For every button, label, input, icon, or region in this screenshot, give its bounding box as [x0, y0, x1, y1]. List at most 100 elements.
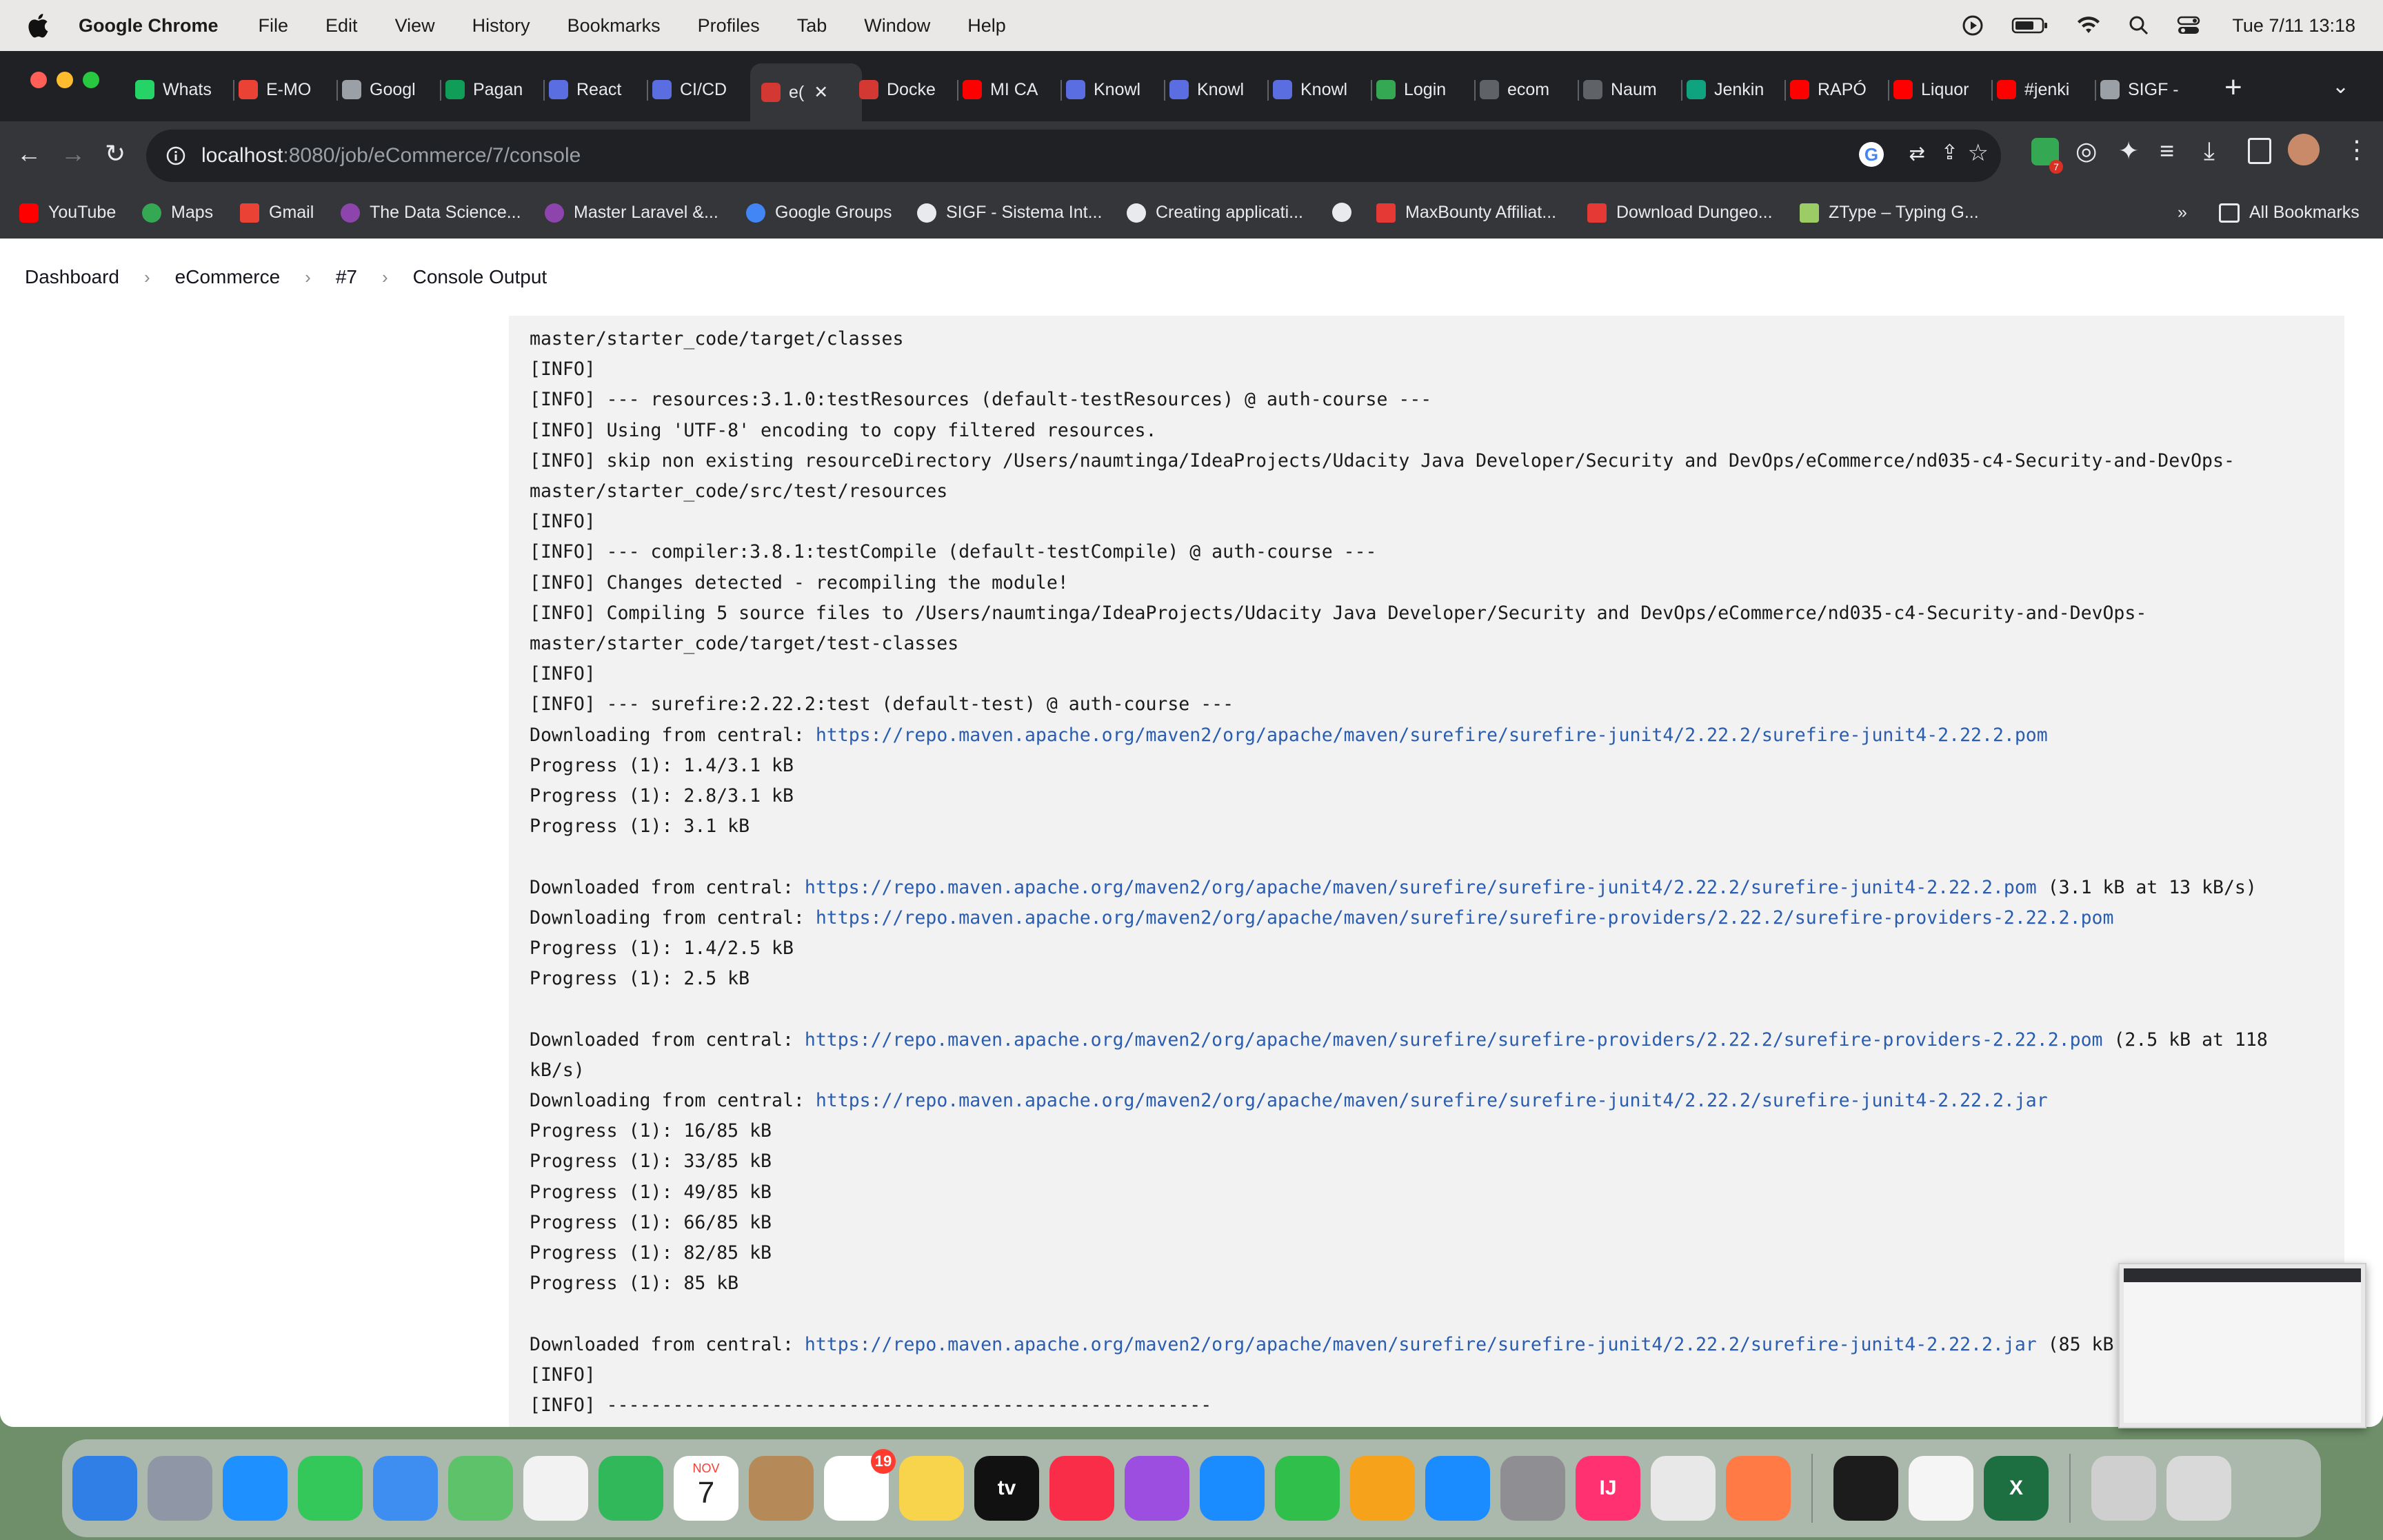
address-bar[interactable]: localhost:8080/job/eCommerce/7/console G…	[146, 130, 2001, 182]
record-extension-icon[interactable]: ◎	[2075, 136, 2097, 165]
menu-tab[interactable]: Tab	[797, 15, 827, 37]
bookmark-maxbounty[interactable]: MaxBounty Affiliat...	[1376, 203, 1556, 223]
breadcrumb-ecommerce[interactable]: eCommerce	[175, 266, 280, 288]
menu-help[interactable]: Help	[967, 15, 1006, 37]
share-icon[interactable]: ⇪	[1941, 141, 1958, 165]
close-window-button[interactable]	[30, 72, 47, 88]
browser-tab[interactable]: Whats	[135, 69, 225, 110]
menu-view[interactable]: View	[395, 15, 435, 37]
bookmark-star-icon[interactable]: ☆	[1968, 139, 1989, 167]
artifact-link[interactable]: https://repo.maven.apache.org/maven2/org…	[805, 1334, 2037, 1355]
bookmark-sigf[interactable]: SIGF - Sistema Int...	[917, 203, 1102, 223]
browser-tab[interactable]: MI CA	[963, 69, 1052, 110]
browser-tab[interactable]: Pagan	[445, 69, 535, 110]
music-icon[interactable]	[1049, 1456, 1114, 1521]
active-app-name[interactable]: Google Chrome	[79, 15, 219, 37]
zoom-window-button[interactable]	[83, 72, 99, 88]
maps-icon[interactable]	[448, 1456, 513, 1521]
artifact-link[interactable]: https://repo.maven.apache.org/maven2/org…	[805, 877, 2037, 898]
bookmark-data-science[interactable]: The Data Science...	[341, 203, 521, 223]
browser-tab[interactable]: SIGF -	[2100, 69, 2190, 110]
pencil-app-icon[interactable]	[1726, 1456, 1791, 1521]
forward-button[interactable]: →	[61, 139, 86, 168]
browser-tab[interactable]: #jenki	[1997, 69, 2087, 110]
podcasts-icon[interactable]	[1125, 1456, 1189, 1521]
browser-tab[interactable]: Jenkin	[1687, 69, 1776, 110]
reading-list-icon[interactable]: ≡	[2160, 136, 2174, 165]
app-store-icon[interactable]	[1425, 1456, 1490, 1521]
menu-history[interactable]: History	[472, 15, 530, 37]
close-tab-icon[interactable]: ✕	[814, 82, 828, 103]
screenshot-thumbnail[interactable]	[2118, 1263, 2366, 1428]
bookmark-google-groups[interactable]: Google Groups	[746, 203, 892, 223]
safari-icon[interactable]	[223, 1456, 288, 1521]
extensions-puzzle-icon[interactable]: ✦	[2118, 136, 2139, 165]
intellij-icon[interactable]: IJ	[1576, 1456, 1640, 1521]
browser-tab[interactable]: e(✕	[750, 63, 862, 121]
terminal-icon[interactable]	[1833, 1456, 1898, 1521]
bookmark-youtube[interactable]: YouTube	[19, 203, 116, 223]
browser-tab[interactable]: Login	[1376, 69, 1466, 110]
profile-avatar[interactable]	[2288, 134, 2320, 165]
browser-tab[interactable]: Knowl	[1066, 69, 1156, 110]
pages-icon[interactable]	[1350, 1456, 1415, 1521]
notes-icon[interactable]	[899, 1456, 964, 1521]
menu-window[interactable]: Window	[864, 15, 930, 37]
excel-icon[interactable]: X	[1984, 1456, 2049, 1521]
reload-button[interactable]: ↻	[105, 139, 125, 168]
downloads-icon[interactable]	[2091, 1456, 2156, 1521]
breadcrumb-build-number[interactable]: #7	[336, 266, 357, 288]
artifact-link[interactable]: https://repo.maven.apache.org/maven2/org…	[816, 907, 2114, 929]
textedit-icon[interactable]	[1909, 1456, 1973, 1521]
tab-search-chevron-icon[interactable]: ⌄	[2332, 74, 2349, 99]
menu-edit[interactable]: Edit	[325, 15, 358, 37]
mail-icon[interactable]	[373, 1456, 438, 1521]
browser-tab[interactable]: E-MO	[239, 69, 328, 110]
contacts-icon[interactable]	[749, 1456, 814, 1521]
menu-file[interactable]: File	[259, 15, 289, 37]
numbers-icon[interactable]	[1275, 1456, 1340, 1521]
artifact-link[interactable]: https://repo.maven.apache.org/maven2/org…	[816, 1090, 2048, 1111]
bookmark-maps[interactable]: Maps	[142, 203, 213, 223]
browser-tab[interactable]: CI/CD	[652, 69, 742, 110]
launchpad-icon[interactable]	[148, 1456, 212, 1521]
browser-tab[interactable]: Googl	[342, 69, 432, 110]
bookmark-ztype[interactable]: ZType – Typing G...	[1800, 203, 1979, 223]
back-button[interactable]: ←	[17, 139, 41, 168]
spotlight-search-icon[interactable]	[2129, 15, 2149, 36]
facetime-icon[interactable]	[599, 1456, 663, 1521]
keynote-icon[interactable]	[1200, 1456, 1265, 1521]
translate-icon[interactable]: ⇄	[1909, 142, 1925, 165]
browser-tab[interactable]: Liquor	[1893, 69, 1983, 110]
artifact-link[interactable]: https://repo.maven.apache.org/maven2/org…	[805, 1029, 2103, 1051]
site-info-icon[interactable]	[165, 145, 186, 166]
breadcrumb-dashboard[interactable]: Dashboard	[25, 266, 119, 288]
bookmark-laravel[interactable]: Master Laravel &...	[545, 203, 718, 223]
artifact-link[interactable]: https://repo.maven.apache.org/maven2/org…	[816, 725, 2048, 746]
bookmark-gmail[interactable]: Gmail	[240, 203, 314, 223]
browser-tab[interactable]: Docke	[859, 69, 949, 110]
control-center-icon[interactable]	[2177, 15, 2204, 36]
all-bookmarks[interactable]: All Bookmarks	[2219, 203, 2360, 223]
new-tab-button[interactable]: +	[2224, 70, 2242, 105]
menubar-clock[interactable]: Tue 7/11 13:18	[2232, 15, 2355, 37]
google-lens-icon[interactable]: G	[1859, 142, 1884, 167]
minimize-window-button[interactable]	[57, 72, 73, 88]
messages-icon[interactable]	[298, 1456, 363, 1521]
menu-profiles[interactable]: Profiles	[698, 15, 760, 37]
browser-tab[interactable]: Knowl	[1273, 69, 1363, 110]
side-panel-icon[interactable]	[2248, 138, 2271, 164]
browser-tab[interactable]: RAPÓ	[1790, 69, 1880, 110]
wifi-icon[interactable]	[2076, 15, 2101, 36]
bookmarks-overflow-chevron-icon[interactable]: »	[2178, 203, 2187, 223]
bookmark-download-dungeon[interactable]: Download Dungeo...	[1587, 203, 1773, 223]
browser-tab[interactable]: ecom	[1480, 69, 1569, 110]
system-settings-icon[interactable]	[1500, 1456, 1565, 1521]
apple-tv-icon[interactable]: tv	[974, 1456, 1039, 1521]
bookmark-creating-app[interactable]: Creating applicati...	[1127, 203, 1303, 223]
now-playing-icon[interactable]	[1962, 14, 1984, 37]
downloads-icon[interactable]: ⤓	[2204, 136, 2215, 166]
photos-icon[interactable]	[523, 1456, 588, 1521]
menu-bookmarks[interactable]: Bookmarks	[567, 15, 661, 37]
bookmark-globe[interactable]	[1332, 203, 1361, 222]
